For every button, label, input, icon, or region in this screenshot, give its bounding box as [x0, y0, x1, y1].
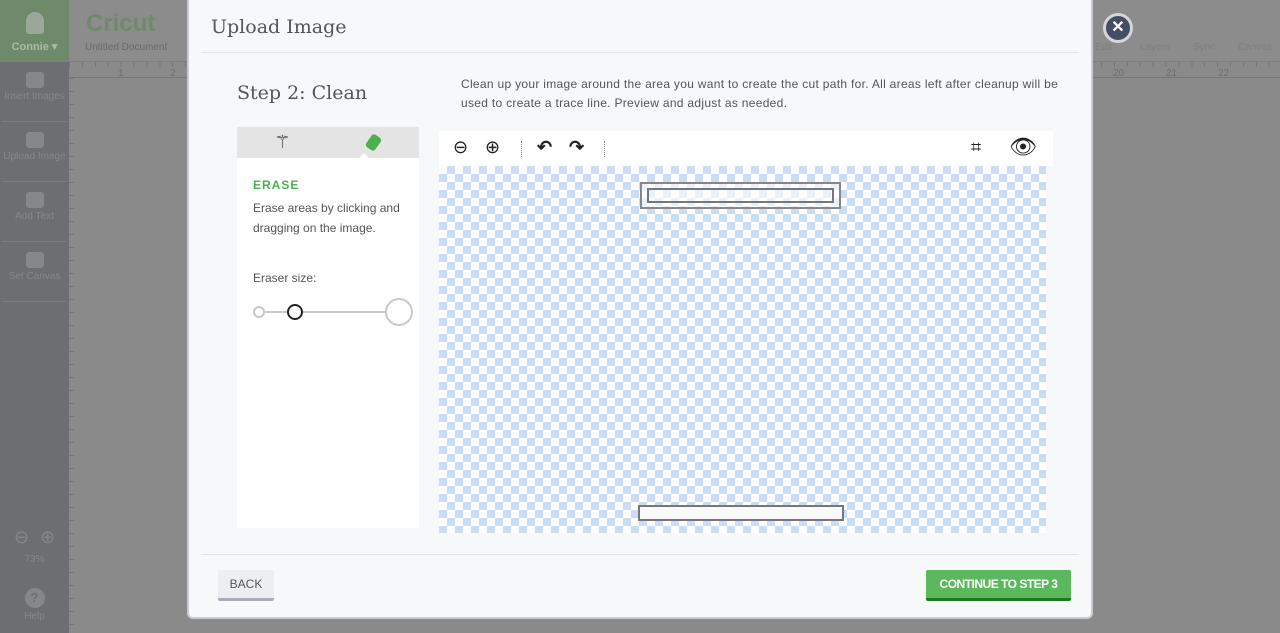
crop-icon[interactable]: ⌗ [971, 137, 981, 158]
modal-title: Upload Image [211, 16, 347, 38]
text-icon [25, 192, 44, 208]
user-menu[interactable]: Connie ▾ [0, 0, 69, 62]
zoom-controls: ⊖ ⊕ 73% [0, 527, 69, 565]
help-icon: ? [24, 588, 45, 608]
sidebar-label: Add Text [15, 211, 54, 222]
zoom-level: 73% [24, 554, 45, 565]
ruler-label: 2 [170, 68, 176, 79]
sidebar-label: Insert Images [4, 91, 65, 102]
cricut-logo: Cricut [86, 10, 156, 37]
image-shape [638, 505, 844, 521]
sidebar-label: Upload Image [3, 151, 66, 162]
image-icon [25, 72, 44, 88]
continue-button[interactable]: CONTINUE TO STEP 3 [926, 570, 1071, 601]
tool-panel: ⚚ ERASE Erase areas by clicking and drag… [237, 127, 419, 528]
magic-wand-icon: ⚚ [274, 132, 291, 152]
tool-tabs: ⚚ [237, 127, 419, 158]
app-sidebar: Connie ▾ Insert Images Upload Image Add … [0, 0, 69, 633]
close-modal-button[interactable]: ✕ [1103, 13, 1133, 43]
zoom-in-icon[interactable]: ⊕ [485, 137, 500, 158]
slider-track [263, 311, 385, 313]
document-title: Untitled Document [85, 42, 168, 53]
ruler-vertical [69, 78, 85, 633]
close-icon: ✕ [1111, 19, 1125, 36]
upload-image-modal: Upload Image Step 2: Clean Clean up your… [187, 0, 1093, 619]
tab-eraser[interactable] [328, 127, 419, 158]
image-shape-inner [647, 188, 834, 203]
ruler-label: 21 [1166, 68, 1178, 79]
preview-eye-icon[interactable]: 👁 [1009, 134, 1037, 160]
instructions: Clean up your image around the area you … [461, 77, 1059, 110]
cloud-upload-icon [25, 132, 44, 148]
back-button[interactable]: BACK [218, 570, 274, 601]
layers-action[interactable]: Layers [1140, 42, 1170, 53]
zoom-out-icon[interactable]: ⊖ [453, 137, 468, 158]
eraser-size-slider[interactable] [253, 297, 413, 327]
zoom-out-icon[interactable]: ⊖ [12, 527, 32, 548]
undo-icon[interactable]: ↶ [537, 137, 552, 158]
ruler-label: 1 [118, 68, 124, 79]
divider [201, 52, 1079, 53]
sidebar-item-insert-images[interactable]: Insert Images [2, 62, 67, 122]
help-button[interactable]: ? Help [0, 588, 69, 622]
canvas-action[interactable]: Canvas [1238, 42, 1272, 53]
erase-description: Erase areas by clicking and dragging on … [253, 201, 400, 235]
divider [521, 141, 522, 157]
large-size-icon [385, 298, 413, 326]
image-canvas[interactable] [439, 166, 1046, 533]
divider [604, 141, 605, 157]
image-toolbar: ⊖ ⊕ ↶ ↷ ⌗ 👁 [439, 131, 1053, 166]
sync-action[interactable]: Sync [1193, 42, 1215, 53]
zoom-in-icon[interactable]: ⊕ [38, 527, 58, 548]
slider-handle[interactable] [287, 304, 303, 320]
avatar [25, 12, 44, 34]
user-name: Connie ▾ [11, 41, 58, 53]
image-shape [640, 182, 841, 209]
shirt-icon [25, 252, 44, 268]
eraser-size-label: Eraser size: [253, 271, 317, 285]
tab-magic-wand[interactable]: ⚚ [237, 127, 328, 158]
eraser-icon [364, 133, 383, 152]
erase-heading: ERASE [253, 178, 300, 192]
sidebar-label: Set Canvas [8, 271, 61, 282]
help-label: Help [24, 611, 45, 622]
redo-icon[interactable]: ↷ [569, 137, 584, 158]
edit-action[interactable]: Edit [1095, 42, 1112, 53]
small-size-icon [253, 306, 265, 318]
divider [201, 554, 1079, 555]
ruler-label: 20 [1113, 68, 1125, 79]
sidebar-item-add-text[interactable]: Add Text [2, 182, 67, 242]
ruler-label: 22 [1218, 68, 1230, 79]
sidebar-item-upload-image[interactable]: Upload Image [2, 122, 67, 182]
step-title: Step 2: Clean [237, 82, 368, 104]
sidebar-item-set-canvas[interactable]: Set Canvas [2, 242, 67, 302]
